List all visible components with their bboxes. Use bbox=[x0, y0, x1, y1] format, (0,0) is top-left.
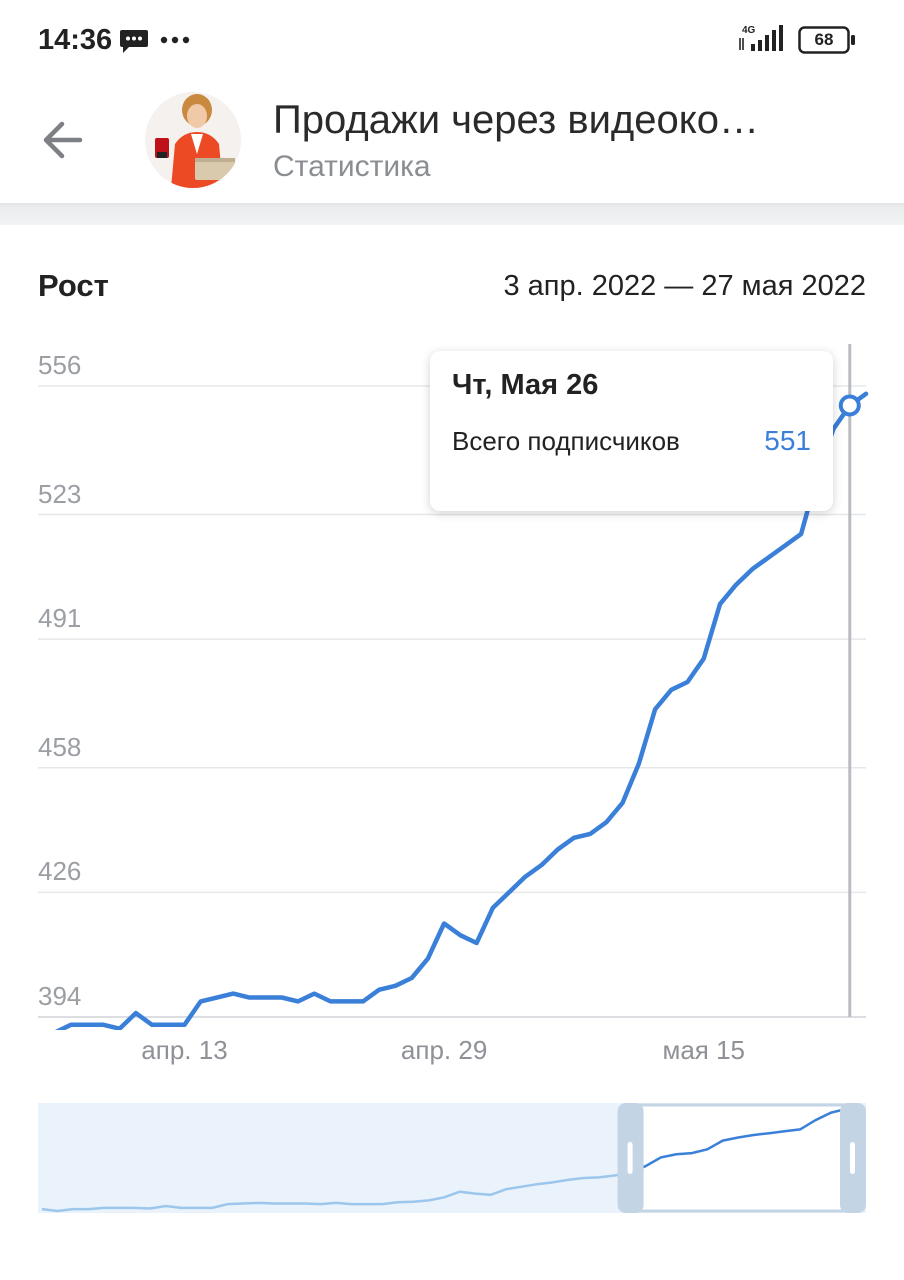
y-tick-label: 458 bbox=[38, 731, 82, 762]
data-point bbox=[311, 991, 317, 997]
data-point bbox=[587, 831, 593, 837]
status-bar: 14:36 4G 68 bbox=[0, 0, 904, 80]
chart-tooltip: Чт, Мая 26 Всего подписчиков 551 bbox=[430, 351, 833, 511]
data-point bbox=[863, 391, 869, 397]
data-point bbox=[668, 687, 674, 693]
data-point bbox=[246, 995, 252, 1001]
battery-level: 68 bbox=[814, 30, 834, 49]
page-subtitle: Статистика bbox=[273, 150, 431, 183]
data-point bbox=[100, 1022, 106, 1028]
data-point bbox=[798, 531, 804, 537]
data-point bbox=[571, 835, 577, 841]
data-point bbox=[214, 995, 220, 1001]
status-time: 14:36 bbox=[38, 24, 113, 56]
data-point bbox=[84, 1022, 90, 1028]
data-point bbox=[328, 998, 334, 1004]
data-point bbox=[68, 1022, 74, 1028]
page-title: Продажи через видеоко… bbox=[273, 98, 759, 142]
data-point bbox=[344, 998, 350, 1004]
highlight-point bbox=[838, 394, 861, 417]
section-title: Рост bbox=[38, 268, 109, 303]
data-point bbox=[685, 679, 691, 685]
y-tick-label: 523 bbox=[38, 478, 82, 509]
data-point bbox=[603, 819, 609, 825]
data-point bbox=[392, 983, 398, 989]
tooltip-date: Чт, Мая 26 bbox=[452, 369, 599, 401]
data-point bbox=[652, 706, 658, 712]
data-point bbox=[490, 905, 496, 911]
y-tick-label: 426 bbox=[38, 856, 82, 887]
data-point bbox=[474, 940, 480, 946]
data-point bbox=[522, 874, 528, 880]
data-point bbox=[230, 991, 236, 997]
data-point bbox=[263, 995, 269, 1001]
data-point bbox=[766, 554, 772, 560]
tooltip-label: Всего подписчиков bbox=[452, 426, 680, 456]
handle-grip-icon bbox=[850, 1142, 855, 1174]
data-point bbox=[360, 998, 366, 1004]
tooltip-value: 551 bbox=[764, 425, 811, 456]
more-dots-icon bbox=[160, 36, 190, 44]
data-point bbox=[782, 543, 788, 549]
signal-icon: 4G bbox=[739, 25, 783, 51]
y-tick-label: 556 bbox=[38, 350, 82, 380]
app-header: Продажи через видеоко… Статистика bbox=[0, 80, 904, 204]
data-point bbox=[701, 656, 707, 662]
data-point bbox=[717, 601, 723, 607]
avatar[interactable] bbox=[145, 92, 241, 188]
network-type: 4G bbox=[742, 25, 756, 36]
y-tick-label: 394 bbox=[38, 981, 82, 1011]
arrow-left-icon bbox=[43, 121, 83, 159]
y-tick-label: 491 bbox=[38, 603, 82, 634]
data-point bbox=[749, 566, 755, 572]
data-point bbox=[279, 995, 285, 1001]
navigator-window[interactable] bbox=[619, 1105, 864, 1211]
data-point bbox=[295, 998, 301, 1004]
data-point bbox=[733, 582, 739, 588]
data-point bbox=[457, 932, 463, 938]
data-point bbox=[409, 975, 415, 981]
data-point bbox=[425, 956, 431, 962]
data-point bbox=[441, 921, 447, 927]
date-range[interactable]: 3 апр. 2022 — 27 мая 2022 bbox=[503, 270, 866, 303]
data-point bbox=[149, 1022, 155, 1028]
message-icon bbox=[120, 30, 148, 53]
data-point bbox=[133, 1010, 139, 1016]
data-point bbox=[165, 1022, 171, 1028]
range-navigator[interactable] bbox=[38, 1103, 866, 1213]
data-point bbox=[636, 761, 642, 767]
data-point bbox=[555, 847, 561, 853]
data-point bbox=[620, 800, 626, 806]
back-button[interactable] bbox=[36, 108, 92, 172]
x-tick-label: апр. 13 bbox=[141, 1035, 228, 1065]
header-divider bbox=[0, 203, 904, 225]
data-point bbox=[538, 862, 544, 868]
data-point bbox=[181, 1022, 187, 1028]
data-point bbox=[198, 998, 204, 1004]
handle-grip-icon bbox=[627, 1142, 633, 1174]
data-point bbox=[376, 987, 382, 993]
x-tick-label: апр. 29 bbox=[400, 1035, 488, 1065]
data-point bbox=[506, 889, 512, 895]
x-tick-label: мая 15 bbox=[662, 1035, 746, 1065]
